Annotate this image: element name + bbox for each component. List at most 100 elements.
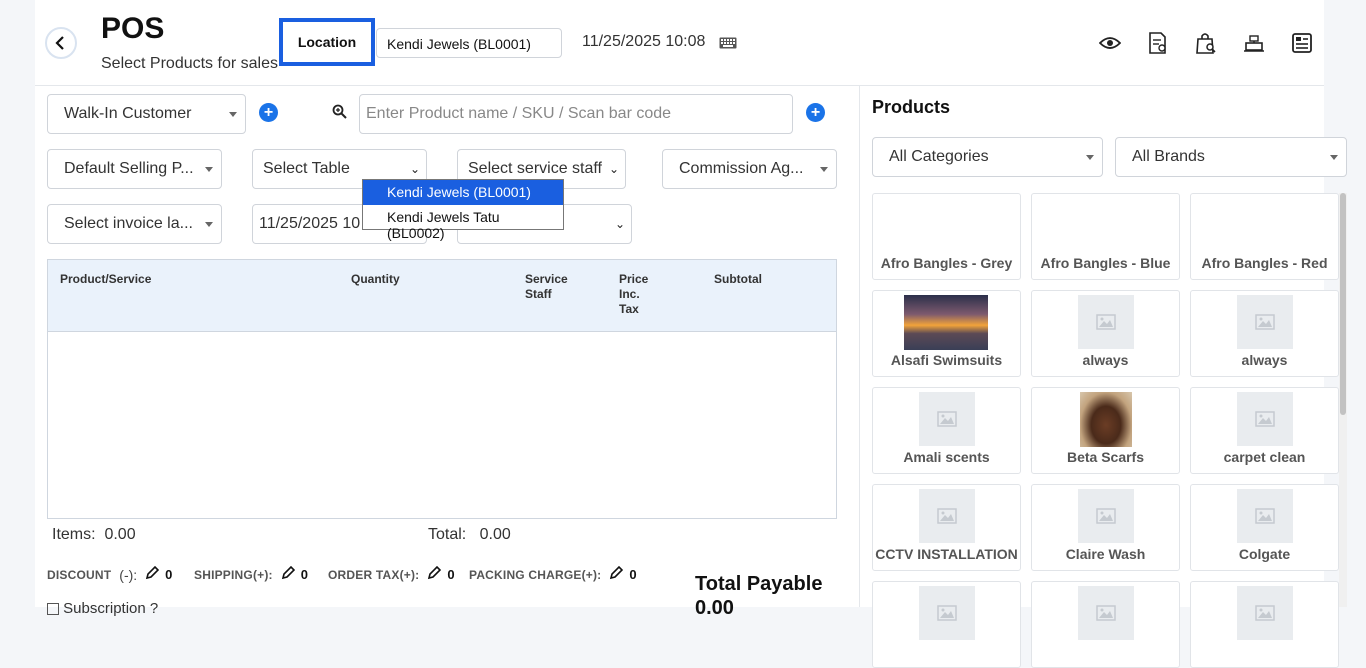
- product-name: Alsafi Swimsuits: [890, 352, 1003, 368]
- product-card[interactable]: Afro Bangles - Red: [1190, 193, 1339, 280]
- caret-down-icon: [205, 167, 213, 172]
- chevron-down-icon: ⌄: [608, 162, 619, 176]
- product-thumbnail: [919, 586, 975, 640]
- col-service-staff: Service Staff: [525, 272, 568, 301]
- packing-label: PACKING CHARGE(+):: [469, 567, 602, 582]
- report-icon[interactable]: [1146, 31, 1170, 55]
- pos-product-table: Product/Service Quantity Service Staff P…: [47, 259, 837, 519]
- location-select[interactable]: Kendi Jewels (BL0001): [376, 28, 562, 58]
- plus-icon: +: [810, 103, 821, 121]
- pencil-icon[interactable]: [427, 565, 442, 583]
- invoice-layout-select[interactable]: Select invoice la...: [47, 204, 222, 244]
- discount-sign: (-):: [119, 566, 138, 583]
- pencil-icon[interactable]: [609, 565, 624, 583]
- product-card[interactable]: always: [1031, 290, 1180, 377]
- product-card[interactable]: Claire Wash: [1031, 484, 1180, 571]
- product-card[interactable]: carpet clean: [1190, 387, 1339, 474]
- category-filter[interactable]: All Categories: [872, 137, 1103, 177]
- discount-label: DISCOUNT: [47, 567, 112, 582]
- table-select-value: Select Table: [263, 160, 350, 177]
- total-payable-label: Total Payable: [695, 573, 823, 595]
- location-option[interactable]: Kendi Jewels (BL0001): [363, 180, 563, 205]
- product-card[interactable]: CCTV INSTALLATION: [872, 484, 1021, 571]
- caret-down-icon: [820, 167, 828, 172]
- product-search-input[interactable]: Enter Product name / SKU / Scan bar code: [359, 94, 793, 134]
- price-group-select[interactable]: Default Selling P...: [47, 149, 222, 189]
- brand-filter[interactable]: All Brands: [1115, 137, 1347, 177]
- product-thumbnail: [919, 392, 975, 446]
- order-tax-value: 0: [447, 567, 455, 582]
- add-product-button[interactable]: +: [806, 103, 825, 122]
- eye-icon[interactable]: [1098, 31, 1122, 55]
- image-placeholder-icon: [1255, 411, 1275, 427]
- product-card[interactable]: always: [1190, 290, 1339, 377]
- product-name: carpet clean: [1223, 449, 1306, 465]
- keyboard-icon[interactable]: [719, 36, 737, 54]
- product-card[interactable]: Alsafi Swimsuits: [872, 290, 1021, 377]
- image-placeholder-icon: [937, 411, 957, 427]
- subscription-checkbox[interactable]: Subscription ?: [47, 600, 158, 617]
- customer-select[interactable]: Walk-In Customer: [47, 94, 246, 134]
- location-option[interactable]: Kendi Jewels Tatu (BL0002): [363, 205, 563, 241]
- products-scrollbar-thumb[interactable]: [1340, 193, 1346, 415]
- product-card[interactable]: [1190, 581, 1339, 668]
- caret-down-icon: [205, 222, 213, 227]
- product-card[interactable]: Afro Bangles - Blue: [1031, 193, 1180, 280]
- commission-agent-select[interactable]: Commission Ag...: [662, 149, 837, 189]
- product-thumbnail: [1237, 489, 1293, 543]
- chevron-left-icon: [55, 36, 64, 50]
- product-card[interactable]: [1031, 581, 1180, 668]
- commission-agent-value: Commission Ag...: [679, 160, 804, 177]
- transaction-datetime: 11/25/2025 10:08: [582, 33, 706, 50]
- search-plus-icon: [332, 104, 348, 125]
- product-thumbnail: [1078, 586, 1134, 640]
- product-name: always: [1241, 352, 1288, 368]
- service-staff-value: Select service staff: [468, 160, 602, 177]
- bag-search-icon[interactable]: [1194, 31, 1218, 55]
- chevron-down-icon: ⌄: [614, 217, 625, 231]
- image-placeholder-icon: [1096, 508, 1116, 524]
- close-register-icon[interactable]: [1290, 31, 1314, 55]
- product-thumbnail: [1078, 295, 1134, 349]
- plus-icon: +: [263, 103, 274, 121]
- product-name: Amali scents: [903, 449, 990, 465]
- product-card[interactable]: Afro Bangles - Grey: [872, 193, 1021, 280]
- product-card[interactable]: Beta Scarfs: [1031, 387, 1180, 474]
- table-header: Product/Service Quantity Service Staff P…: [48, 260, 836, 332]
- shipping-charge: SHIPPING(+): 0: [194, 565, 308, 583]
- product-photo: [1080, 392, 1132, 447]
- items-count: Items: 0.00: [52, 526, 136, 544]
- packing-charge: PACKING CHARGE(+): 0: [469, 565, 637, 583]
- subscription-label: Subscription ?: [63, 600, 159, 617]
- caret-down-icon: [1330, 155, 1338, 160]
- product-name: always: [1082, 352, 1129, 368]
- panel-divider: [859, 86, 860, 607]
- product-card[interactable]: Amali scents: [872, 387, 1021, 474]
- pencil-icon[interactable]: [281, 565, 295, 583]
- page-subtitle: Select Products for sales: [101, 55, 278, 72]
- total-value: 0.00: [479, 526, 511, 543]
- col-product: Product/Service: [60, 272, 152, 286]
- product-card[interactable]: Colgate: [1190, 484, 1339, 571]
- image-placeholder-icon: [1096, 605, 1116, 621]
- product-thumbnail: [1078, 489, 1134, 543]
- add-customer-button[interactable]: +: [259, 103, 278, 122]
- location-label: Location: [279, 18, 375, 66]
- total-payable-value: 0.00: [695, 597, 734, 619]
- product-thumbnail: [919, 489, 975, 543]
- product-name: CCTV INSTALLATION: [875, 546, 1018, 562]
- items-value: 0.00: [104, 526, 136, 543]
- order-tax-label: ORDER TAX(+):: [328, 567, 420, 582]
- product-card[interactable]: [872, 581, 1021, 668]
- checkbox-icon[interactable]: [47, 603, 59, 616]
- packing-value: 0: [629, 567, 637, 582]
- back-button[interactable]: [45, 27, 77, 59]
- total-label: Total:: [428, 526, 467, 543]
- shipping-label: SHIPPING(+):: [194, 567, 273, 582]
- pencil-icon[interactable]: [145, 565, 160, 583]
- invoice-layout-value: Select invoice la...: [64, 215, 193, 232]
- order-tax-charge: ORDER TAX(+): 0: [328, 565, 455, 583]
- cash-register-icon[interactable]: [1242, 31, 1266, 55]
- product-name: Claire Wash: [1065, 546, 1146, 562]
- location-dropdown: Kendi Jewels (BL0001) Kendi Jewels Tatu …: [362, 179, 564, 241]
